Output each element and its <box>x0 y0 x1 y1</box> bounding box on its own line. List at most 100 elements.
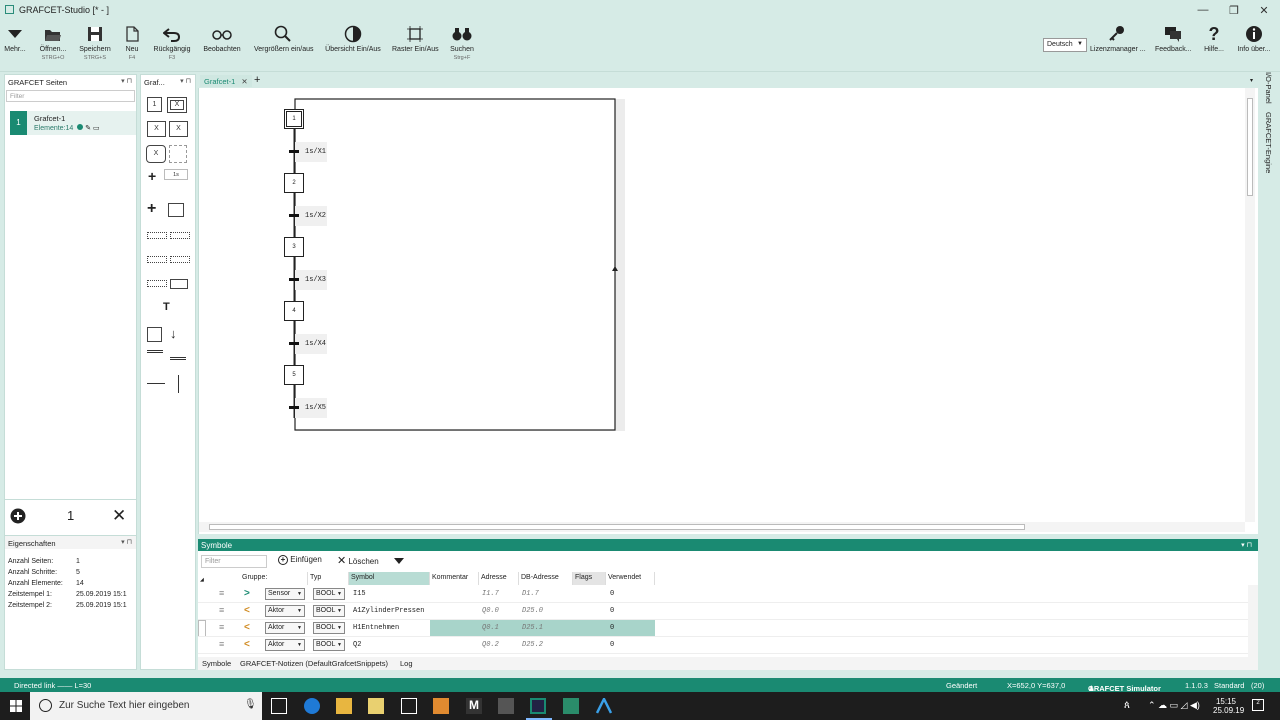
grid-button[interactable]: Raster Ein/Aus <box>392 24 439 53</box>
grafcet-transition[interactable] <box>289 150 299 153</box>
grafcet-step[interactable]: 5 <box>284 365 304 385</box>
tray-icons[interactable]: ⌃ ☁ ▭ ◿ ◀) <box>1148 700 1200 711</box>
transition-label[interactable]: 1s/X5 <box>305 404 326 412</box>
app-green-icon[interactable] <box>563 698 579 714</box>
zoom-button[interactable]: Vergrößern ein/aus <box>254 24 314 53</box>
grafcet-canvas[interactable]: 1 2 3 4 5 1s/X1 1s/X2 1s/X3 1s/X4 1s/X5 <box>198 88 1258 534</box>
store-icon[interactable] <box>368 698 384 714</box>
vertical-scroll-thumb[interactable] <box>1247 98 1253 196</box>
used-cell[interactable]: 0 <box>610 624 614 632</box>
horizontal-scrollbar[interactable] <box>199 522 1245 532</box>
symbol-cell[interactable]: A1ZylinderPressen <box>353 607 424 615</box>
symbol-cell[interactable]: Q2 <box>353 641 361 649</box>
tab-overflow-icon[interactable]: ▾ <box>1250 77 1253 84</box>
open-button[interactable]: Öffnen... STRG+O <box>38 24 68 61</box>
event-action-tool[interactable] <box>170 279 188 289</box>
symbol-cell[interactable]: I15 <box>353 590 366 598</box>
db-address-cell[interactable]: D25.1 <box>522 624 543 632</box>
more-options-icon[interactable] <box>393 557 405 567</box>
close-window-button[interactable]: ✕ <box>1256 4 1272 17</box>
app-a-icon[interactable] <box>595 696 613 714</box>
address-cell[interactable]: I1.7 <box>482 590 499 598</box>
type-select[interactable]: BOOL ▼ <box>313 622 345 634</box>
used-cell[interactable]: 0 <box>610 590 614 598</box>
comment-tool[interactable] <box>147 327 162 342</box>
initial-step-tool[interactable]: X <box>167 97 187 113</box>
feedback-button[interactable]: Feedback... <box>1155 24 1192 53</box>
conditional-action-tool[interactable] <box>147 280 167 287</box>
address-cell[interactable]: Q0.2 <box>482 641 499 649</box>
taskbar-search[interactable]: Zur Suche Text hier eingeben 🎙 <box>30 692 262 720</box>
parallel-join-tool[interactable] <box>170 357 186 360</box>
branch-tool[interactable]: + <box>147 200 156 218</box>
transition-tool[interactable]: + <box>148 168 156 184</box>
new-button[interactable]: Neu F4 <box>122 24 142 61</box>
used-cell[interactable]: 0 <box>610 641 614 649</box>
transition-label[interactable]: 1s/X2 <box>305 212 326 220</box>
grafcet-step[interactable]: 3 <box>284 237 304 257</box>
action-tool-2[interactable] <box>170 232 190 239</box>
grafcet-studio-taskbar-icon[interactable] <box>530 698 546 714</box>
table-row[interactable]: ≡ > Sensor ▼ BOOL ▼ I15 I1.7 D1.7 0 <box>198 586 1248 603</box>
grafcet-transition[interactable] <box>289 342 299 345</box>
column-header[interactable]: DB-Adresse <box>519 572 573 585</box>
symbols-scrollbar[interactable] <box>1248 585 1258 657</box>
stored-action-tool-2[interactable] <box>170 256 190 263</box>
group-select[interactable]: Sensor ▼ <box>265 588 305 600</box>
row-selector[interactable] <box>198 620 206 637</box>
observe-button[interactable]: Beobachten <box>203 24 241 53</box>
add-tab-button[interactable]: + <box>254 74 260 86</box>
info-button[interactable]: Info über... <box>1236 24 1272 53</box>
task-view-icon[interactable] <box>271 698 287 714</box>
vertical-scrollbar[interactable] <box>1245 88 1255 522</box>
io-panel-tab[interactable]: I/O-Panel <box>1264 72 1273 104</box>
logo-v8-icon[interactable] <box>498 698 514 714</box>
horizontal-scroll-thumb[interactable] <box>209 524 1025 530</box>
transition-label[interactable]: 1s/X4 <box>305 340 326 348</box>
group-select[interactable]: Aktor ▼ <box>265 622 305 634</box>
panel-pin-icon[interactable]: ▾ ⊓ <box>180 77 191 85</box>
type-select[interactable]: BOOL ▼ <box>313 605 345 617</box>
grafcet-transition[interactable] <box>289 278 299 281</box>
grafcet-step[interactable]: 1 <box>284 109 304 129</box>
table-row[interactable]: ≡ < Aktor ▼ BOOL ▼ Q2 Q0.2 D25.2 0 <box>198 637 1248 654</box>
bottom-tab[interactable]: Log <box>400 659 413 668</box>
address-cell[interactable]: Q0.0 <box>482 607 499 615</box>
help-button[interactable]: ? Hilfe... <box>1201 24 1227 54</box>
transition-label[interactable]: 1s/X3 <box>305 276 326 284</box>
delete-button[interactable]: ✕ Löschen <box>337 554 379 567</box>
macro-step-tool[interactable]: X <box>147 121 166 137</box>
microphone-icon[interactable]: 🎙 <box>244 699 257 710</box>
insert-button[interactable]: + Einfügen <box>278 555 322 565</box>
grafcet-engine-tab[interactable]: GRAFCET-Engine <box>1264 112 1273 173</box>
app-x-icon[interactable] <box>433 698 449 714</box>
notification-center-icon[interactable]: 2 <box>1252 699 1264 711</box>
arrow-down-tool[interactable]: ↓ <box>170 326 177 341</box>
enclosing-step-tool[interactable]: X <box>169 121 188 137</box>
clock[interactable]: 15:15 25.09.19 <box>1213 697 1244 715</box>
mail-icon[interactable] <box>401 698 417 714</box>
delete-page-button[interactable]: ✕ <box>112 506 126 526</box>
pencil-icon[interactable]: ✎ <box>85 125 91 132</box>
column-header[interactable]: Adresse <box>479 572 519 585</box>
more-button[interactable]: Mehr... <box>3 24 27 53</box>
step-transition-tool[interactable] <box>168 203 184 217</box>
drag-handle-icon[interactable]: ≡ <box>219 622 224 632</box>
file-explorer-icon[interactable] <box>336 698 352 714</box>
table-row[interactable]: ≡ < Aktor ▼ BOOL ▼ A1ZylinderPressen Q0.0 D25.0 0 <box>198 603 1248 620</box>
calendar-icon[interactable]: ▭ <box>93 125 100 132</box>
time-tool[interactable]: 1s <box>164 169 188 180</box>
column-header[interactable]: Typ <box>308 572 349 585</box>
panel-pin-icon[interactable]: ▾ ⊓ <box>1241 541 1252 549</box>
maximize-button[interactable]: ❐ <box>1226 4 1242 17</box>
stored-action-tool[interactable] <box>147 256 167 263</box>
edge-icon[interactable] <box>304 698 320 714</box>
group-select[interactable]: Aktor ▼ <box>265 639 305 651</box>
person-icon[interactable]: ጰ <box>1124 700 1130 711</box>
db-address-cell[interactable]: D1.7 <box>522 590 539 598</box>
table-row[interactable]: ≡ < Aktor ▼ BOOL ▼ H1Entnehmen Q0.1 D25.1 0 <box>198 620 1248 637</box>
grafcet-step[interactable]: 2 <box>284 173 304 193</box>
column-header[interactable]: Kommentar <box>430 572 479 585</box>
column-header[interactable]: Verwendet <box>606 572 655 585</box>
undo-button[interactable]: Rückgängig F3 <box>153 24 191 61</box>
